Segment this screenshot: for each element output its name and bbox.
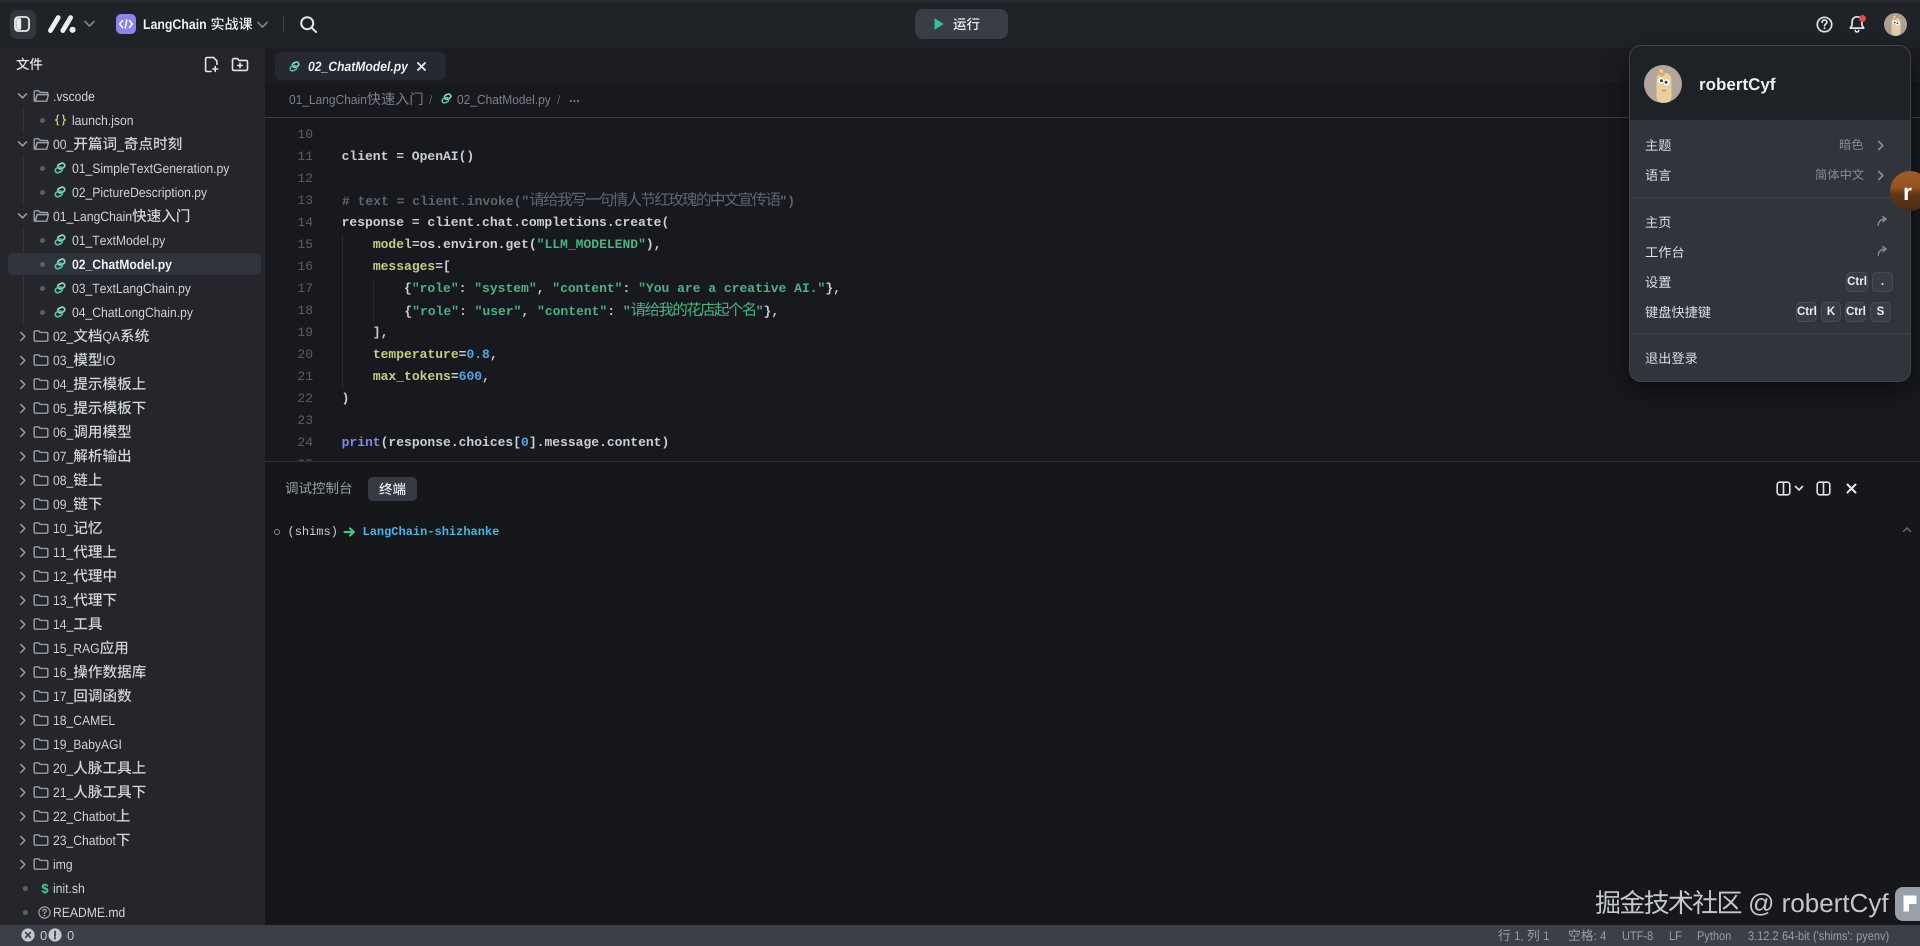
svg-text:$: $ (41, 882, 49, 895)
